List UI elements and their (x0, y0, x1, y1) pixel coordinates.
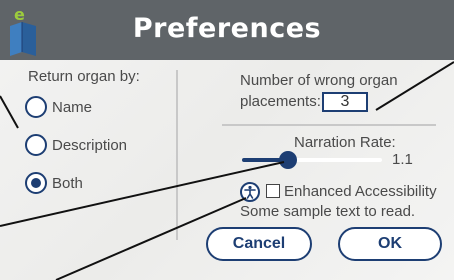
radio-name-label[interactable]: Name (52, 99, 92, 116)
wrong-placements-label-line1: Number of wrong organ (240, 72, 398, 89)
enhanced-accessibility-label[interactable]: Enhanced Accessibility (284, 183, 437, 200)
radio-description-label[interactable]: Description (52, 137, 127, 154)
accessibility-icon (240, 182, 260, 202)
wrong-placements-label-line2: placements: (240, 93, 321, 110)
return-organ-heading: Return organ by: (28, 68, 140, 85)
ok-button[interactable]: OK (338, 227, 442, 261)
vertical-divider (176, 70, 178, 240)
enhanced-accessibility-checkbox[interactable] (266, 184, 280, 198)
radio-both-label[interactable]: Both (52, 175, 83, 192)
wrong-placements-input[interactable]: 3 (322, 92, 368, 112)
narration-rate-label: Narration Rate: (294, 134, 396, 151)
cancel-button[interactable]: Cancel (206, 227, 312, 261)
sample-text: Some sample text to read. (240, 203, 416, 220)
horizontal-divider (222, 124, 436, 126)
preferences-dialog: e Preferences Return organ by: Name Desc… (0, 0, 454, 280)
dialog-title: Preferences (132, 13, 322, 44)
radio-name[interactable] (25, 96, 47, 118)
title-bar: e Preferences (0, 0, 454, 60)
radio-description[interactable] (25, 134, 47, 156)
narration-rate-value: 1.1 (392, 151, 413, 168)
radio-both[interactable] (25, 172, 47, 194)
